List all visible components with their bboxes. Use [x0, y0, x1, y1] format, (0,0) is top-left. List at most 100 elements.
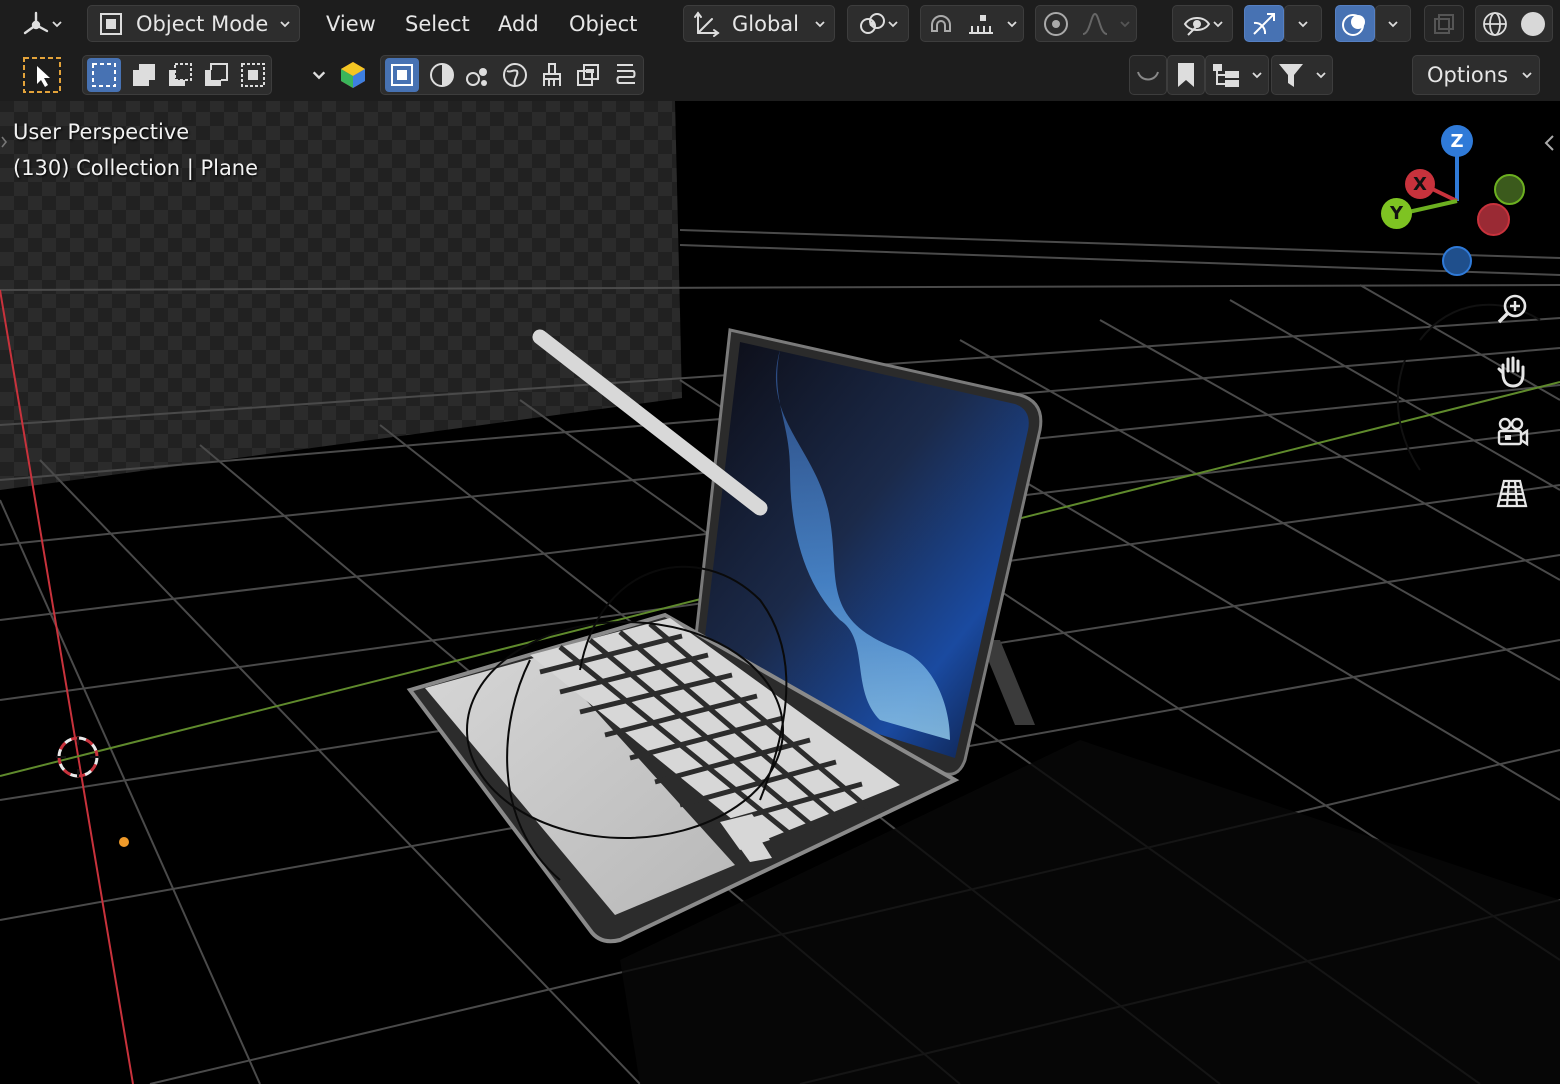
solid-shading-icon[interactable] — [1519, 10, 1547, 38]
overlays-icon — [1342, 13, 1365, 36]
bookmark-icon — [1178, 63, 1194, 87]
gizmo-y-axis[interactable]: Y — [1381, 198, 1412, 229]
select-mode-group — [82, 55, 272, 95]
mesh-icon — [391, 64, 414, 86]
chevron-down-icon — [1212, 20, 1223, 27]
zoom-icon — [1497, 294, 1527, 324]
object-visibility-selector[interactable] — [1172, 5, 1233, 42]
select-new-icon — [92, 63, 117, 87]
select-tool-button[interactable] — [20, 55, 64, 95]
shading-group — [1475, 5, 1553, 42]
select-extend-icon[interactable] — [130, 61, 158, 89]
navigation-gizmo[interactable]: Y X Z — [1380, 121, 1530, 281]
chevron-down-icon — [815, 20, 825, 27]
live-filter-button[interactable] — [1129, 55, 1167, 95]
camera-icon — [1497, 417, 1529, 447]
hierarchy-icon — [1213, 64, 1239, 87]
select-intersect-icon[interactable] — [239, 61, 267, 89]
chevron-down-icon — [1388, 20, 1398, 27]
type-filter-group — [380, 55, 644, 95]
camera-view-button[interactable] — [1486, 406, 1538, 458]
xray-toggle[interactable] — [1424, 5, 1464, 42]
chevron-down-icon — [52, 21, 62, 28]
gizmo-neg-x-axis[interactable] — [1477, 203, 1510, 236]
object-origin — [119, 837, 129, 847]
viewport-header: Object Mode View Select Add Object Globa… — [0, 0, 1560, 48]
menu-add[interactable]: Add — [490, 8, 547, 40]
mode-label: Object Mode — [136, 11, 269, 36]
transform-orientation-selector[interactable]: Global — [683, 5, 835, 42]
snap-increment-icon[interactable] — [966, 9, 996, 39]
chevron-down-icon[interactable] — [1006, 18, 1018, 30]
collection-info-label: (130) Collection | Plane — [13, 156, 259, 180]
tool-settings-bar: Options — [0, 48, 1560, 142]
chevron-down-icon[interactable] — [1119, 18, 1131, 30]
all-types-icon — [340, 62, 365, 88]
pivot-point-selector[interactable] — [847, 5, 909, 42]
geometry-icon[interactable] — [464, 61, 492, 89]
gizmo-neg-z-axis[interactable] — [1442, 246, 1472, 276]
select-cursor-icon — [23, 57, 61, 93]
filter-mesh-button[interactable] — [385, 58, 420, 92]
snap-magnet-icon[interactable] — [926, 9, 956, 39]
gizmo-z-axis[interactable]: Z — [1441, 125, 1473, 157]
chevron-down-icon — [280, 20, 290, 27]
filter-dropdown[interactable] — [304, 55, 374, 95]
mode-selector[interactable]: Object Mode — [87, 5, 300, 42]
options-dropdown[interactable]: Options — [1412, 55, 1540, 95]
funnel-icon — [1279, 64, 1303, 87]
overlays-dropdown[interactable] — [1375, 5, 1411, 42]
blender-window: Object Mode View Select Add Object Globa… — [0, 0, 1560, 1084]
pan-button[interactable] — [1486, 345, 1538, 397]
chevron-down-icon — [1316, 72, 1326, 79]
select-invert-icon[interactable] — [202, 61, 230, 89]
material-icon[interactable] — [428, 61, 456, 89]
hierarchy-dropdown[interactable] — [1205, 55, 1269, 95]
menu-object[interactable]: Object — [561, 8, 645, 40]
proportional-edit-icon[interactable] — [1041, 9, 1071, 39]
zoom-button[interactable] — [1486, 283, 1538, 335]
xray-icon — [1434, 13, 1454, 34]
bookmark-button[interactable] — [1167, 55, 1205, 95]
line-style-icon[interactable] — [611, 61, 639, 89]
overlays-toggle[interactable] — [1335, 5, 1375, 42]
view3d-editor-icon — [23, 11, 49, 35]
texture-icon[interactable] — [574, 61, 602, 89]
falloff-curve-icon[interactable] — [1080, 9, 1110, 39]
filter-funnel-dropdown[interactable] — [1271, 55, 1333, 95]
toolbar-toggle-icon[interactable] — [0, 135, 8, 149]
world-icon[interactable] — [501, 61, 529, 89]
perspective-toggle-button[interactable] — [1486, 467, 1538, 519]
chevron-down-icon — [1298, 20, 1308, 27]
scene-render — [0, 101, 1560, 1084]
brush-icon[interactable] — [538, 61, 566, 89]
select-new-button[interactable] — [87, 58, 122, 92]
chevron-down-icon — [312, 71, 325, 80]
snapping-group — [920, 5, 1024, 42]
gizmo-x-axis[interactable]: X — [1405, 169, 1435, 199]
grid-perspective-icon — [1496, 479, 1528, 508]
hand-pan-icon — [1497, 356, 1525, 388]
chevron-down-icon — [1252, 72, 1262, 79]
view-name-label: User Perspective — [13, 120, 190, 144]
chevron-down-icon — [888, 20, 898, 27]
gizmo-dropdown[interactable] — [1284, 5, 1322, 42]
wireframe-shading-icon[interactable] — [1481, 10, 1509, 38]
gizmo-icon — [1253, 12, 1275, 35]
editor-type-selector[interactable] — [12, 6, 72, 42]
options-label: Options — [1427, 63, 1509, 87]
menu-select[interactable]: Select — [397, 8, 478, 40]
chevron-down-icon — [1522, 72, 1532, 79]
object-mode-icon — [100, 12, 122, 35]
orientation-label: Global — [732, 11, 799, 36]
gizmo-neg-y-axis[interactable] — [1494, 174, 1525, 205]
proportional-editing-group — [1035, 5, 1137, 42]
3d-viewport[interactable]: User Perspective (130) Collection | Plan… — [0, 101, 1560, 1084]
curve-filter-icon — [1137, 71, 1159, 81]
orientation-axes-icon — [694, 10, 720, 37]
menu-view[interactable]: View — [318, 8, 384, 40]
select-subtract-icon[interactable] — [166, 61, 194, 89]
eye-visibility-icon — [1183, 16, 1210, 36]
sidebar-toggle-icon[interactable] — [1542, 134, 1556, 152]
gizmo-toggle[interactable] — [1244, 5, 1284, 42]
